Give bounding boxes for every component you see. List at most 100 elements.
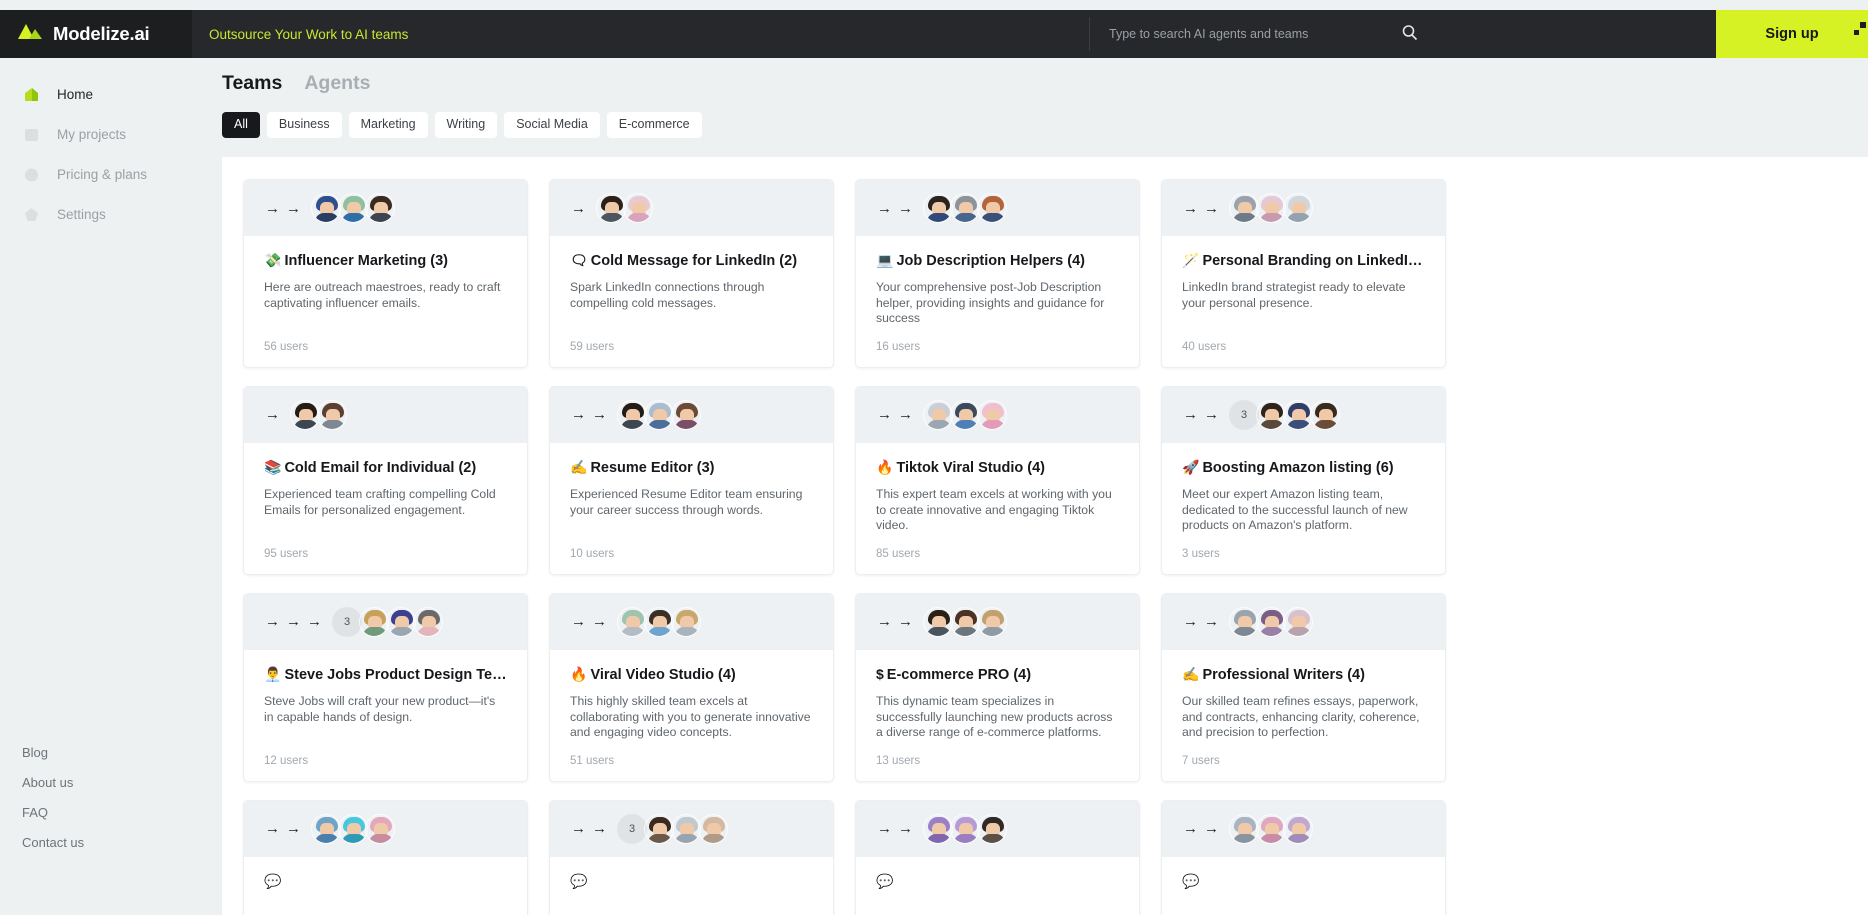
arrow-right-icon: → (265, 820, 280, 838)
card-description: Spark LinkedIn connections through compe… (570, 280, 765, 310)
tab-teams[interactable]: Teams (222, 72, 282, 95)
team-card[interactable]: → → 3 🚀 Boosting Amazon listing (6) Meet our … (1161, 385, 1446, 575)
card-title: 👨‍💼 Steve Jobs Product Design Team ... (264, 666, 507, 684)
team-card[interactable]: → 📚 Cold Email for Individual (2) Experienc… (243, 385, 528, 575)
card-title: 📚 Cold Email for Individual (2) (264, 459, 507, 477)
card-emoji-icon: ✍ (570, 458, 588, 475)
card-description: Meet our expert Amazon listing team, ded… (1182, 487, 1408, 533)
footer-link-about-us[interactable]: About us (22, 775, 84, 790)
sidebar-item-pricing-plans[interactable]: Pricing & plans (0, 154, 215, 194)
cards-scroll-area[interactable]: → → 💸 Influencer Marketing (3) Here are outr… (222, 157, 1868, 915)
team-card[interactable]: → → ✍ Resume Editor (3) Experienced Resume E… (549, 385, 834, 575)
team-card[interactable]: → → 3 💬 (549, 799, 834, 915)
avatar-group: 3 (1229, 399, 1340, 430)
arrow-right-icon: → (571, 820, 586, 838)
brand-logo-area[interactable]: Modelize.ai (0, 10, 192, 58)
card-body: 🗨 Cold Message for LinkedIn (2) Spark Link… (550, 236, 833, 327)
card-title: 🔥 Tiktok Viral Studio (4) (876, 459, 1119, 477)
team-card[interactable]: → → 💬 (243, 799, 528, 915)
arrow-right-icon: → (1183, 613, 1198, 631)
card-description: Experienced Resume Editor team ensuring … (570, 487, 803, 517)
team-card[interactable]: → → 💻 Job Description Helpers (4) Your compr… (855, 179, 1140, 368)
avatar (698, 813, 728, 844)
card-emoji-icon: 💬 (570, 872, 588, 889)
avatar (923, 813, 953, 844)
filter-pill-all[interactable]: All (222, 112, 260, 138)
arrow-right-icon: → (898, 820, 913, 838)
top-header: Modelize.ai Outsource Your Work to AI te… (0, 10, 1868, 58)
team-card[interactable]: → → 🔥 Viral Video Studio (4) This highly ski… (549, 592, 834, 782)
team-card[interactable]: → → 💸 Influencer Marketing (3) Here are outr… (243, 179, 528, 368)
avatar (1283, 193, 1313, 223)
search-input[interactable] (1089, 20, 1387, 48)
tab-agents[interactable]: Agents (304, 72, 370, 95)
arrow-right-icon: → (877, 820, 892, 838)
team-card[interactable]: → → ✍ Professional Writers (4) Our skilled t… (1161, 592, 1446, 782)
card-emoji-icon: 👨‍💼 (264, 665, 282, 682)
team-card[interactable]: → → 💬 (1161, 799, 1446, 915)
filter-pill-business[interactable]: Business (266, 112, 342, 138)
sidebar-item-settings[interactable]: Settings (0, 194, 215, 234)
team-card[interactable]: → → 🔥 Tiktok Viral Studio (4) This expert te… (855, 385, 1140, 575)
card-body: ✍ Professional Writers (4) Our skilled tea… (1162, 650, 1445, 741)
avatar (923, 399, 953, 430)
footer-link-faq[interactable]: FAQ (22, 805, 84, 820)
sidebar-item-home[interactable]: Home (0, 74, 215, 114)
avatar-group (1229, 193, 1313, 223)
card-title: 💬 (264, 873, 507, 891)
avatar-group (311, 193, 395, 223)
avatar-group (290, 399, 347, 430)
filter-pill-marketing[interactable]: Marketing (348, 112, 428, 138)
team-card[interactable]: → → 💬 (855, 799, 1140, 915)
card-title: 💬 (570, 873, 813, 891)
footer-link-contact-us[interactable]: Contact us (22, 835, 84, 850)
avatar (1256, 399, 1286, 430)
avatar (977, 606, 1007, 637)
footer-link-blog[interactable]: Blog (22, 745, 84, 760)
card-title-text: E-commerce PRO (4) (886, 666, 1032, 683)
avatar-group: 3 (332, 606, 443, 637)
avatar (923, 606, 953, 637)
arrow-right-icon: → (898, 199, 913, 217)
filter-pill-e-commerce[interactable]: E-commerce (606, 112, 702, 138)
card-title: ✍ Resume Editor (3) (570, 459, 813, 477)
card-user-count: 51 users (570, 754, 615, 767)
search-button[interactable] (1386, 10, 1432, 58)
arrow-right-icon: → (1183, 199, 1198, 217)
card-body: 💬 (550, 857, 833, 901)
sidebar-item-label: My projects (57, 126, 127, 142)
team-card[interactable]: → → $ E-commerce PRO (4) This dynamic team s… (855, 592, 1140, 782)
card-title: 🗨 Cold Message for LinkedIn (2) (570, 252, 813, 270)
signup-button[interactable]: Sign up (1716, 10, 1868, 58)
avatar (644, 606, 674, 637)
filter-pill-writing[interactable]: Writing (434, 112, 498, 138)
card-user-count: 16 users (876, 340, 921, 353)
card-user-count (550, 901, 833, 915)
card-user-count: 7 users (1182, 754, 1220, 767)
avatar (950, 606, 980, 637)
team-card[interactable]: → 🗨 Cold Message for LinkedIn (2) Spark Lin… (549, 179, 834, 368)
team-card[interactable]: → → → 3 👨‍💼 Steve Jobs Product Design Team ..… (243, 592, 528, 782)
card-user-count: 13 users (876, 754, 921, 767)
arrow-right-icon: → (592, 406, 607, 424)
card-emoji-icon: 🔥 (570, 665, 588, 682)
card-emoji-icon: 💸 (264, 252, 282, 268)
arrow-right-icon: → (571, 199, 586, 217)
arrow-right-icon: → (1204, 199, 1219, 217)
card-user-count: 3 users (1182, 547, 1220, 560)
mountain-logo-icon (17, 23, 43, 45)
sidebar-item-my-projects[interactable]: My projects (0, 114, 215, 154)
filter-pill-social-media[interactable]: Social Media (504, 112, 600, 138)
arrow-right-icon: → (877, 199, 892, 217)
arrow-right-icon: → (1183, 820, 1198, 838)
team-card[interactable]: → → 🪄 Personal Branding on LinkedIn (4) Link… (1161, 179, 1446, 368)
category-filter-bar: All Business Marketing Writing Social Media E… (215, 95, 1868, 138)
search-icon (1401, 24, 1418, 44)
card-title: $ E-commerce PRO (4) (876, 666, 1119, 684)
arrow-right-icon: → (898, 406, 913, 424)
card-title-text: Tiktok Viral Studio (4) (896, 459, 1045, 476)
card-title: 🚀 Boosting Amazon listing (6) (1182, 459, 1425, 477)
card-emoji-icon: ✍ (1182, 665, 1200, 682)
card-emoji-icon: 💻 (876, 252, 894, 268)
card-user-count: 95 users (264, 547, 309, 560)
